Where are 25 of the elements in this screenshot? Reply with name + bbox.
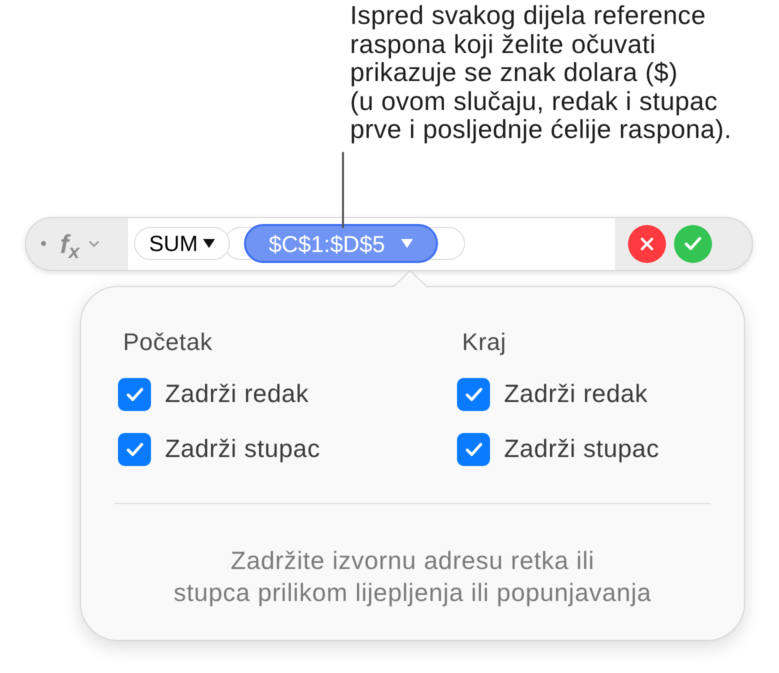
cancel-button[interactable] — [628, 224, 666, 263]
section-heading: Početak — [123, 330, 213, 356]
option-label: Zadrži redak — [504, 379, 648, 410]
section-heading: Kraj — [462, 330, 506, 356]
checkbox[interactable] — [118, 432, 151, 466]
checkbox[interactable] — [118, 378, 151, 411]
checkmark-icon — [126, 442, 144, 457]
checkbox[interactable] — [457, 432, 490, 466]
checkmark-icon — [464, 442, 482, 457]
hint-text: Zadržite izvornu adresu retka ili stupca prilikom lijepljenja ili popunjavanja — [172, 546, 652, 609]
checkmark-icon — [464, 386, 482, 402]
caret-down-icon — [401, 239, 414, 248]
checkmark-icon — [684, 236, 702, 252]
checkbox[interactable] — [457, 378, 490, 411]
option-label: Zadrži stupac — [504, 434, 660, 464]
confirm-button[interactable] — [674, 224, 712, 263]
checkmark-icon — [126, 386, 144, 402]
option-label: Zadrži redak — [165, 379, 309, 410]
formula-field[interactable]: SUM $C$1:$D$5 — [128, 218, 615, 270]
caret-down-icon — [202, 239, 215, 248]
callout-text: Ispred svakog dijela reference raspona koji želite očuvati prikazuje se znak dolara ($) (u ovom slučaju, redak i stupac prve i posljednje ćelije raspona). — [350, 0, 733, 144]
option-label: Zadrži stupac — [165, 434, 320, 464]
chevron-down-icon — [88, 240, 99, 247]
close-icon — [640, 236, 654, 251]
function-token[interactable]: SUM — [134, 227, 230, 260]
